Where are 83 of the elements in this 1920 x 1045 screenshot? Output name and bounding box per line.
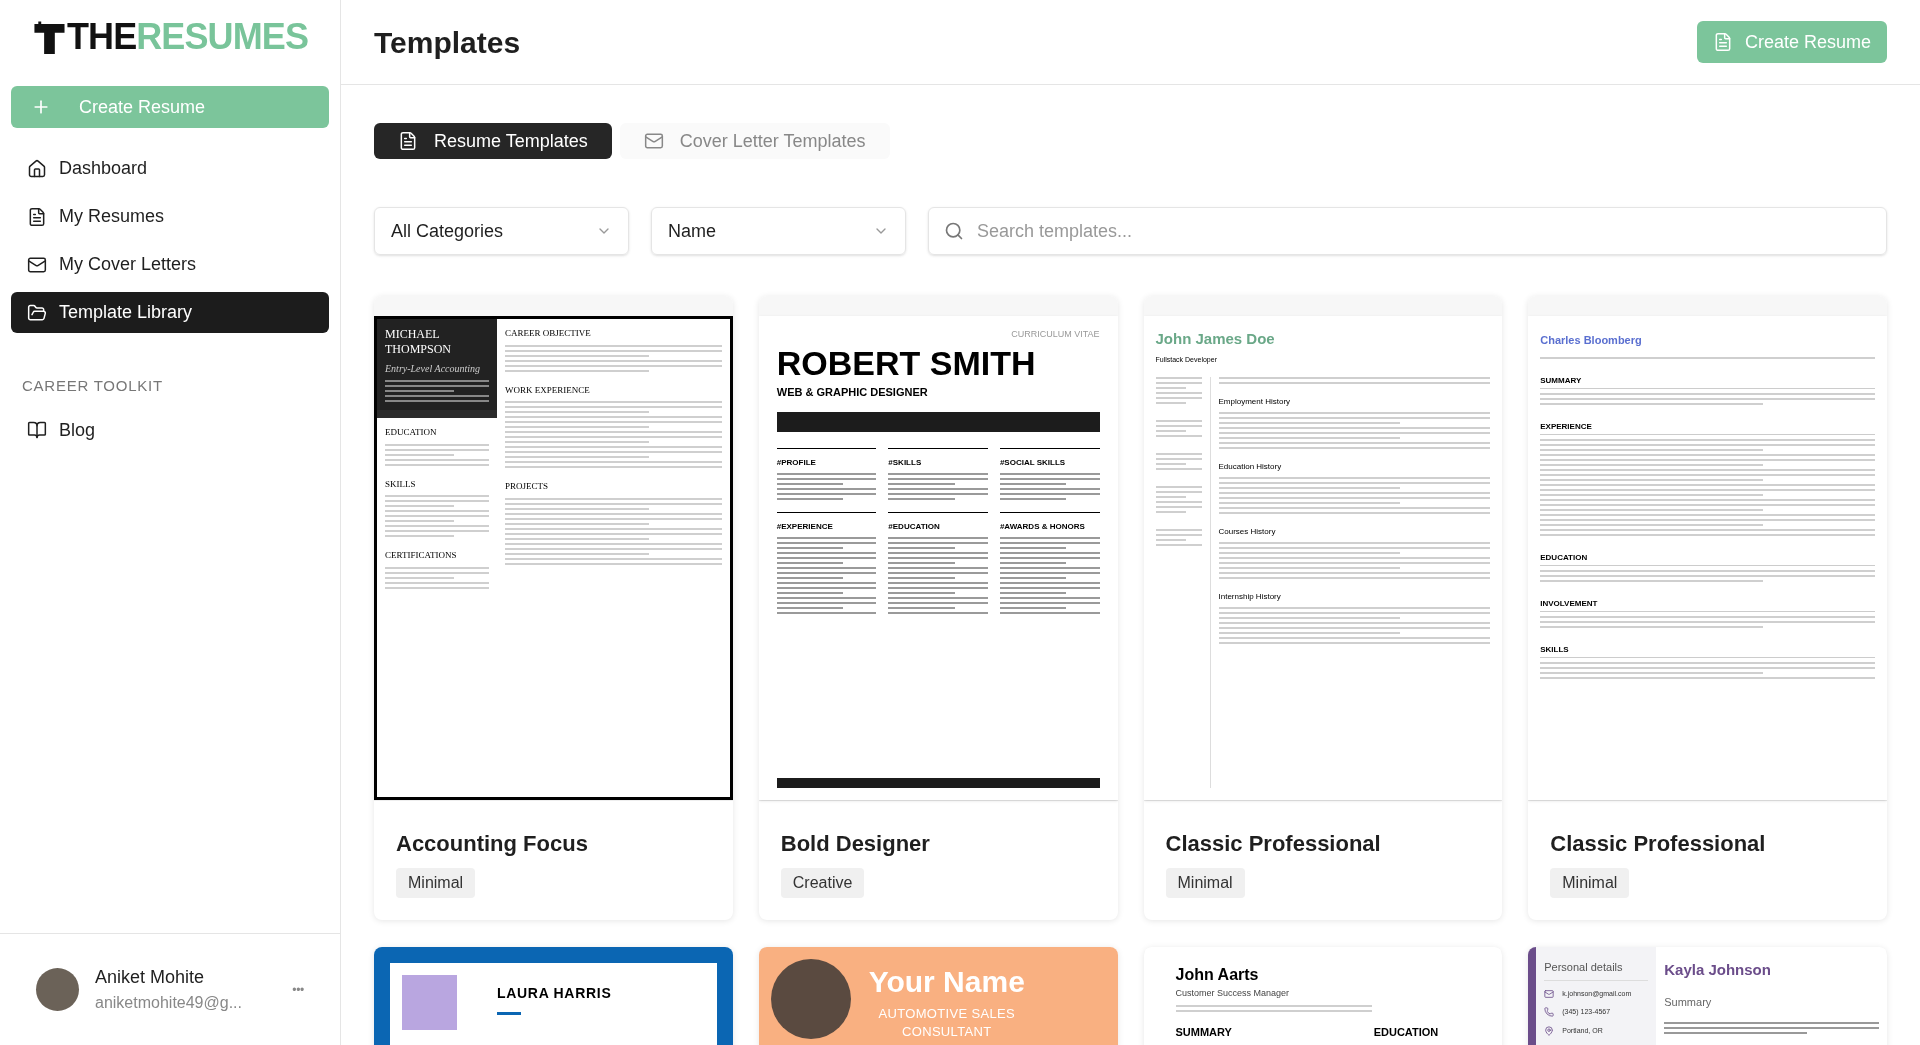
section-heading: Internship History xyxy=(1218,591,1282,603)
section-heading: Summary xyxy=(1664,994,1713,1010)
user-name: Aniket Mohite xyxy=(95,966,206,989)
template-name: Bold Designer xyxy=(780,830,930,858)
section-heading: Employment History xyxy=(1218,396,1292,408)
section-heading: SUMMARY xyxy=(1175,1024,1232,1040)
section-heading: PROJECTS xyxy=(505,480,549,493)
resume-subtitle: Entry-Level Accounting xyxy=(385,362,482,376)
resume-name: MICHAEL THOMPSON xyxy=(385,327,452,357)
resume-name: ROBERT SMITH xyxy=(776,345,1037,380)
resume-name: John Aarts xyxy=(1175,965,1260,985)
section-heading: SUMMARY xyxy=(1540,374,1875,389)
text-lines-drawing xyxy=(1155,420,1202,437)
template-card[interactable]: Charles Bloomberg SUMMARY EXPERIENCE EDUCATION INVOLVEMENT SKILLS Classic Professional Minimal xyxy=(1528,296,1887,920)
section-heading: EDUCATION xyxy=(1373,1024,1439,1040)
section-heading: CERTIFICATIONS xyxy=(385,549,458,562)
photo-placeholder xyxy=(402,975,457,1030)
tab[interactable]: Resume Templates xyxy=(374,123,612,159)
section-heading: #EXPERIENCE xyxy=(776,521,834,533)
category-tag: Minimal xyxy=(1165,868,1245,898)
more-button[interactable]: ••• xyxy=(292,980,304,999)
section-heading: EXPERIENCE xyxy=(1540,420,1875,435)
resume-name: LAURA HARRIS xyxy=(497,984,612,1003)
section-heading: EDUCATION xyxy=(1540,551,1875,566)
document-icon xyxy=(27,206,47,227)
section-heading: Personal details xyxy=(1544,959,1649,981)
dropdown[interactable]: Name xyxy=(651,207,906,255)
template-card[interactable]: LAURA HARRIS xyxy=(374,947,733,1045)
section-heading: Courses History xyxy=(1218,526,1277,538)
resume-name: John James Doe xyxy=(1155,329,1276,349)
dropdown[interactable]: All Categories xyxy=(374,207,629,255)
template-name: Classic Professional xyxy=(1165,830,1381,858)
nav-item[interactable]: Blog xyxy=(11,409,329,451)
section-heading: INVOLVEMENT xyxy=(1540,597,1875,612)
section-heading: #EDUCATION xyxy=(888,521,941,533)
nav-item[interactable]: My Cover Letters xyxy=(11,244,329,285)
envelope-icon xyxy=(643,131,664,151)
category-tag: Minimal xyxy=(396,868,476,898)
section-heading: SKILLS xyxy=(1540,643,1875,658)
logo-icon xyxy=(32,19,67,55)
template-card[interactable]: MICHAEL THOMPSON Entry-Level Accounting EDUCATION SKILLS CERTIFICATIONS CAREER OBJECTIVE WORK EXPERIENCE PROJECTS Accounting Focus Minimal xyxy=(374,296,733,920)
resume-label: CURRICULUM VITAE xyxy=(1011,328,1100,341)
home-icon xyxy=(27,158,47,179)
logo-text: THERESUMES xyxy=(66,19,308,55)
folder-icon xyxy=(27,302,47,323)
section-heading: #PROFILE xyxy=(776,457,817,469)
search-icon xyxy=(944,221,964,241)
template-name: Accounting Focus xyxy=(396,830,588,858)
nav-item[interactable]: Dashboard xyxy=(11,148,329,189)
resume-name: Kayla Johnson xyxy=(1664,960,1772,980)
category-tag: Creative xyxy=(780,868,865,898)
text-lines-drawing xyxy=(1155,486,1202,513)
resume-subtitle: WEB & GRAPHIC DESIGNER xyxy=(776,384,929,400)
template-name: Classic Professional xyxy=(1550,830,1766,858)
section-heading: Education History xyxy=(1218,461,1283,473)
resume-name: Charles Bloomberg xyxy=(1540,333,1643,348)
section-heading: #SKILLS xyxy=(888,457,923,469)
section-title: CAREER TOOLKIT xyxy=(21,376,164,396)
phone-icon xyxy=(1544,1007,1555,1018)
resume-subtitle: AUTOMOTIVE SALES CONSULTANT xyxy=(877,1005,1016,1041)
nav-item[interactable]: My Resumes xyxy=(11,196,329,237)
avatar xyxy=(36,968,79,1011)
category-tag: Minimal xyxy=(1550,868,1630,898)
section-heading: SKILLS xyxy=(385,477,417,491)
template-card[interactable]: CURRICULUM VITAE ROBERT SMITH WEB & GRAPHIC DESIGNER #PROFILE #SKILLS #SOCIAL SKILLS #EXPERIENCE #EDUCATION #AWARDS & HONORS Bold Designer Creative xyxy=(758,296,1118,920)
page-title: Templates xyxy=(374,24,521,61)
user-email: aniketmohite49@g... xyxy=(95,993,243,1013)
document-icon xyxy=(398,131,418,151)
section-heading: WORK EXPERIENCE xyxy=(505,383,591,397)
text-lines-drawing xyxy=(1155,529,1202,546)
section-heading: #AWARDS & HONORS xyxy=(999,521,1086,533)
text-lines-drawing xyxy=(1155,377,1202,404)
envelope-icon xyxy=(1544,988,1555,999)
text-lines-drawing xyxy=(1155,453,1202,470)
resume-subtitle: Customer Success Manager xyxy=(1175,987,1291,1000)
resume-name: Your Name xyxy=(868,967,1025,997)
section-heading: CAREER OBJECTIVE xyxy=(505,327,592,340)
search-field[interactable]: Search templates... xyxy=(928,207,1887,255)
section-heading: #SOCIAL SKILLS xyxy=(999,457,1067,469)
pin-icon xyxy=(1544,1025,1555,1036)
nav-item[interactable]: Template Library xyxy=(11,292,329,333)
book-icon xyxy=(27,420,47,440)
section-heading: EDUCATION xyxy=(385,426,438,439)
